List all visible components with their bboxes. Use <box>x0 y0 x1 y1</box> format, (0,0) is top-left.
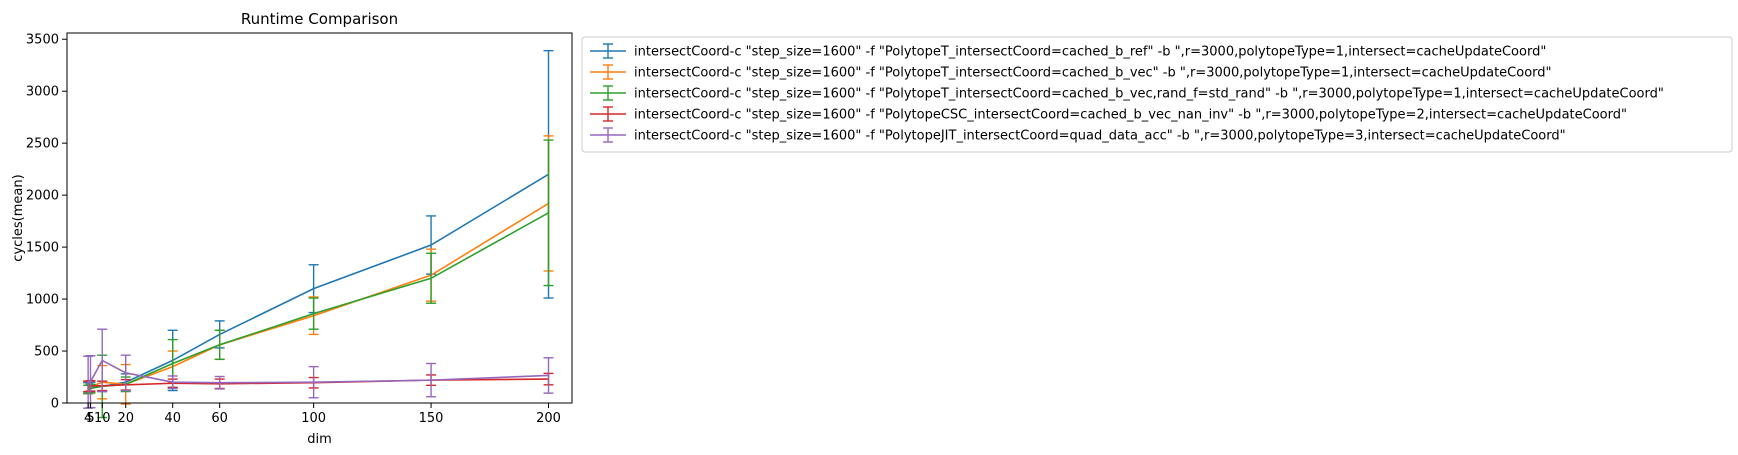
y-tick-label: 2000 <box>26 189 59 204</box>
legend-item: intersectCoord-c "step_size=1600" -f "Po… <box>590 106 1627 123</box>
legend-label: intersectCoord-c "step_size=1600" -f "Po… <box>634 66 1552 81</box>
x-tick-label: 20 <box>117 411 134 426</box>
y-tick-label: 3000 <box>26 85 59 100</box>
series-1 <box>83 49 554 393</box>
error-bar <box>543 139 554 287</box>
legend-label: intersectCoord-c "step_size=1600" -f "Po… <box>634 108 1627 123</box>
x-tick-label: 10 <box>94 411 111 426</box>
x-axis-label: dim <box>307 432 332 447</box>
chart-title: Runtime Comparison <box>241 10 398 28</box>
legend: intersectCoord-c "step_size=1600" -f "Po… <box>581 36 1733 153</box>
legend-item: intersectCoord-c "step_size=1600" -f "Po… <box>590 85 1664 102</box>
y-tick-label: 3500 <box>26 33 59 48</box>
series-layer <box>83 49 554 419</box>
legend-label: intersectCoord-c "step_size=1600" -f "Po… <box>634 45 1546 60</box>
error-bar <box>308 297 319 330</box>
y-axis-label: cycles(mean) <box>11 174 26 261</box>
legend-item: intersectCoord-c "step_size=1600" -f "Po… <box>590 64 1552 81</box>
runtime-chart: Runtime Comparison dim cycles(mean) 45 10… <box>11 10 1733 447</box>
legend-label: intersectCoord-c "step_size=1600" -f "Po… <box>634 87 1664 102</box>
legend-item: intersectCoord-c "step_size=1600" -f "Po… <box>590 127 1566 144</box>
x-tick-label: 100 <box>301 411 326 426</box>
series-line <box>87 212 549 391</box>
y-tick-label: 0 <box>51 397 59 412</box>
y-tick-label: 1000 <box>26 293 59 308</box>
plot-frame <box>66 32 573 404</box>
legend-item: intersectCoord-c "step_size=1600" -f "Po… <box>590 43 1546 60</box>
series-3 <box>83 139 554 419</box>
error-bar <box>214 329 225 361</box>
x-tick-label: 60 <box>211 411 228 426</box>
x-tick-label: 200 <box>536 411 561 426</box>
series-line <box>87 173 549 389</box>
x-tick-label: 40 <box>164 411 181 426</box>
legend-label: intersectCoord-c "step_size=1600" -f "Po… <box>634 129 1566 144</box>
error-bar <box>426 252 437 304</box>
y-tick-label: 2500 <box>26 137 59 152</box>
axes-layer: 45 10 20 40 60 100 150 200050010001500200025003… <box>26 32 573 426</box>
y-tick-label: 1500 <box>26 241 59 256</box>
series-line <box>87 202 549 389</box>
series-2 <box>83 135 554 405</box>
x-tick-label: 150 <box>419 411 444 426</box>
y-tick-label: 500 <box>34 345 59 360</box>
